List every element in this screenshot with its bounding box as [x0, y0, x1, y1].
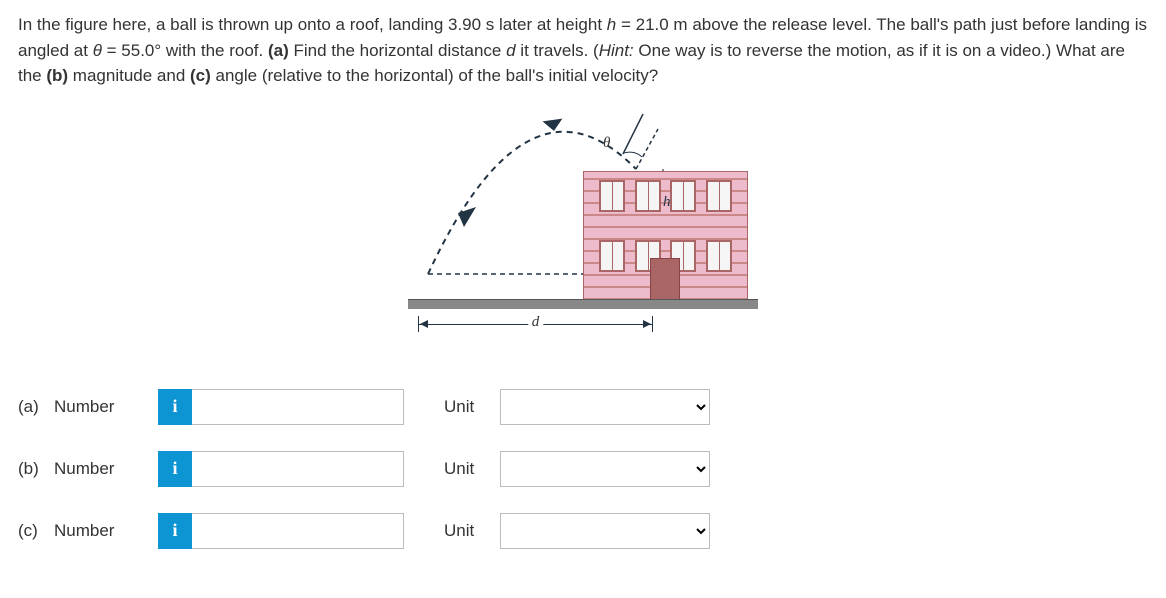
- number-input-b[interactable]: [192, 451, 404, 487]
- unit-select-b[interactable]: [500, 451, 710, 487]
- answer-row-a: (a) Number i Unit: [18, 389, 1148, 425]
- unit-select-c[interactable]: [500, 513, 710, 549]
- info-icon[interactable]: i: [158, 513, 192, 549]
- problem-statement: In the figure here, a ball is thrown up …: [18, 12, 1148, 89]
- unit-label-a: Unit: [444, 397, 482, 417]
- d-dimension: d: [418, 314, 653, 334]
- ground-line: [408, 299, 758, 309]
- building-icon: [583, 171, 748, 301]
- answer-row-c: (c) Number i Unit: [18, 513, 1148, 549]
- number-input-a[interactable]: [192, 389, 404, 425]
- number-input-c[interactable]: [192, 513, 404, 549]
- theta-label: θ: [603, 135, 610, 152]
- part-a-letter: (a): [18, 397, 38, 417]
- answer-section: (a) Number i Unit (b) Number i Unit (c) …: [18, 389, 1148, 549]
- unit-label-b: Unit: [444, 459, 482, 479]
- h-label: h: [663, 194, 671, 211]
- physics-figure: θ h d: [418, 109, 748, 329]
- part-c-letter: (c): [18, 521, 38, 541]
- number-label-b: Number: [54, 459, 114, 479]
- unit-label-c: Unit: [444, 521, 482, 541]
- info-icon[interactable]: i: [158, 451, 192, 487]
- number-label-c: Number: [54, 521, 114, 541]
- unit-select-a[interactable]: [500, 389, 710, 425]
- part-b-letter: (b): [18, 459, 38, 479]
- info-icon[interactable]: i: [158, 389, 192, 425]
- answer-row-b: (b) Number i Unit: [18, 451, 1148, 487]
- figure-container: θ h d: [18, 109, 1148, 329]
- number-label-a: Number: [54, 397, 114, 417]
